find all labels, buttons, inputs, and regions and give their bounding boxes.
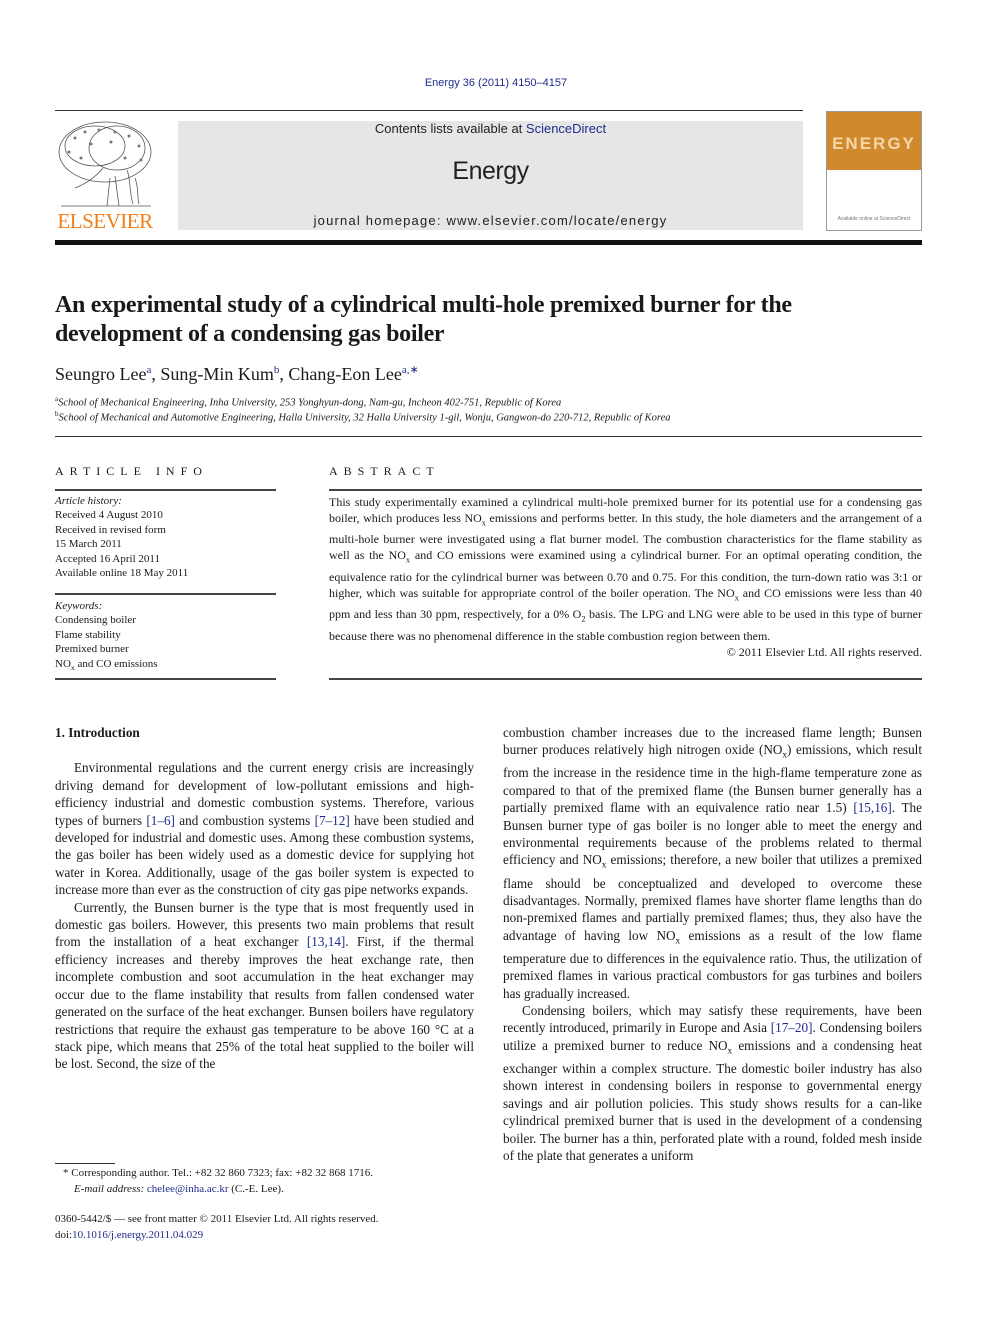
reference-link[interactable]: [15,16]	[853, 800, 891, 815]
keyword-item: NOx and CO emissions	[55, 657, 158, 672]
affiliation-text: School of Mechanical and Automotive Engi…	[58, 412, 671, 424]
footnote: * Corresponding author. Tel.: +82 32 860…	[55, 1166, 373, 1197]
journal-banner: Contents lists available at ScienceDirec…	[178, 121, 803, 230]
journal-cover-thumbnail[interactable]: ENERGY Available online at ScienceDirect	[826, 111, 922, 231]
section-rule	[55, 436, 922, 437]
history-item: Accepted 16 April 2011	[55, 552, 160, 565]
header-thick-rule	[55, 240, 922, 245]
footnote-text: Corresponding author. Tel.: +82 32 860 7…	[68, 1167, 373, 1179]
footnote-rule	[55, 1163, 115, 1164]
front-matter-line: 0360-5442/$ — see front matter © 2011 El…	[55, 1213, 379, 1225]
subscript: x	[70, 662, 75, 672]
abstract-rule	[329, 489, 922, 491]
article-info-bottom-rule	[55, 678, 276, 680]
article-info-heading: ARTICLE INFO	[55, 464, 208, 478]
reference-link[interactable]: [7–12]	[315, 813, 350, 828]
author-name[interactable]: Sung-Min Kum	[160, 364, 274, 384]
email-label: E-mail address:	[74, 1182, 147, 1195]
article-history: Article history: Received 4 August 2010 …	[55, 494, 276, 580]
abstract-copyright: © 2011 Elsevier Ltd. All rights reserved…	[726, 644, 922, 659]
history-item: 15 March 2011	[55, 538, 122, 551]
history-label: Article history:	[55, 495, 122, 507]
keyword-item: Condensing boiler	[55, 614, 136, 627]
text: emissions and a condensing heat exchange…	[503, 1037, 922, 1163]
abstract-body: This study experimentally examined a cyl…	[329, 494, 922, 660]
author-affil-marker[interactable]: b	[274, 364, 280, 376]
history-item: Available online 18 May 2011	[55, 567, 189, 580]
journal-homepage[interactable]: journal homepage: www.elsevier.com/locat…	[178, 213, 803, 228]
corresponding-author-note: * Corresponding author. Tel.: +82 32 860…	[55, 1166, 373, 1182]
author-name[interactable]: Chang-Eon Lee	[288, 364, 401, 384]
email-link[interactable]: chelee@inha.ac.kr	[147, 1183, 229, 1195]
affiliation: bSchool of Mechanical and Automotive Eng…	[55, 410, 671, 424]
author-affil-marker[interactable]: a,∗	[402, 364, 419, 376]
affiliation: aSchool of Mechanical Engineering, Inha …	[55, 395, 561, 409]
keyword-item: Flame stability	[55, 628, 121, 641]
keywords-rule	[55, 593, 276, 595]
email-suffix: (C.-E. Lee).	[228, 1182, 284, 1195]
doi-line: doi:10.1016/j.energy.2011.04.029	[55, 1228, 379, 1244]
sciencedirect-link[interactable]: ScienceDirect	[526, 121, 606, 136]
article-info-rule	[55, 489, 276, 491]
affiliation-text: School of Mechanical Engineering, Inha U…	[58, 397, 562, 409]
cover-title: ENERGY	[832, 134, 916, 153]
section-heading: 1. Introduction	[55, 725, 140, 740]
elsevier-logo: ELSEVIER	[55, 118, 155, 234]
abstract-heading: ABSTRACT	[329, 464, 440, 478]
keywords-label: Keywords:	[55, 600, 103, 612]
contents-prefix: Contents lists available at	[374, 121, 526, 136]
text: and combustion systems	[174, 812, 315, 828]
footnote-marker: *	[63, 1167, 69, 1179]
contents-line: Contents lists available at ScienceDirec…	[178, 121, 803, 137]
paragraph: Environmental regulations and the curren…	[55, 759, 474, 898]
doi-link[interactable]: 10.1016/j.energy.2011.04.029	[72, 1229, 203, 1241]
paragraph: Currently, the Bunsen burner is the type…	[55, 899, 474, 1073]
keywords: Keywords: Condensing boiler Flame stabil…	[55, 599, 276, 675]
reference-link[interactable]: [17–20]	[771, 1020, 813, 1035]
author-name[interactable]: Seungro Lee	[55, 364, 146, 384]
paragraph: combustion chamber increases due to the …	[503, 724, 922, 1002]
journal-title: Energy	[452, 157, 529, 185]
body-column-right: combustion chamber increases due to the …	[503, 724, 922, 1164]
article-title: An experimental study of a cylindrical m…	[55, 292, 792, 347]
author-affil-marker[interactable]: a	[146, 364, 151, 376]
paragraph: Condensing boilers, which may satisfy th…	[503, 1002, 922, 1164]
history-item: Received 4 August 2010	[55, 509, 163, 522]
doi-prefix: doi:	[55, 1228, 73, 1241]
reference-link[interactable]: [13,14]	[307, 934, 345, 949]
issn-block: 0360-5442/$ — see front matter © 2011 El…	[55, 1212, 379, 1243]
history-item: Received in revised form	[55, 523, 166, 536]
keyword-item: Premixed burner	[55, 643, 129, 656]
elsevier-tree-icon	[58, 121, 152, 207]
email-line: E-mail address: chelee@inha.ac.kr (C.-E.…	[55, 1182, 373, 1198]
text: . First, if the thermal efficiency incre…	[55, 934, 474, 1072]
header-rule	[55, 110, 803, 111]
abstract-text: This study experimentally examined a cyl…	[329, 494, 922, 644]
body-column-left: 1. Introduction Environmental regulation…	[55, 724, 474, 1073]
author-list: Seungro Leea, Sung-Min Kumb, Chang-Eon L…	[55, 364, 419, 384]
elsevier-wordmark: ELSEVIER	[57, 209, 153, 233]
journal-citation[interactable]: Energy 36 (2011) 4150–4157	[0, 77, 992, 89]
abstract-bottom-rule	[329, 678, 922, 680]
reference-link[interactable]: [1–6]	[146, 813, 175, 828]
cover-footer: Available online at ScienceDirect	[837, 216, 911, 222]
